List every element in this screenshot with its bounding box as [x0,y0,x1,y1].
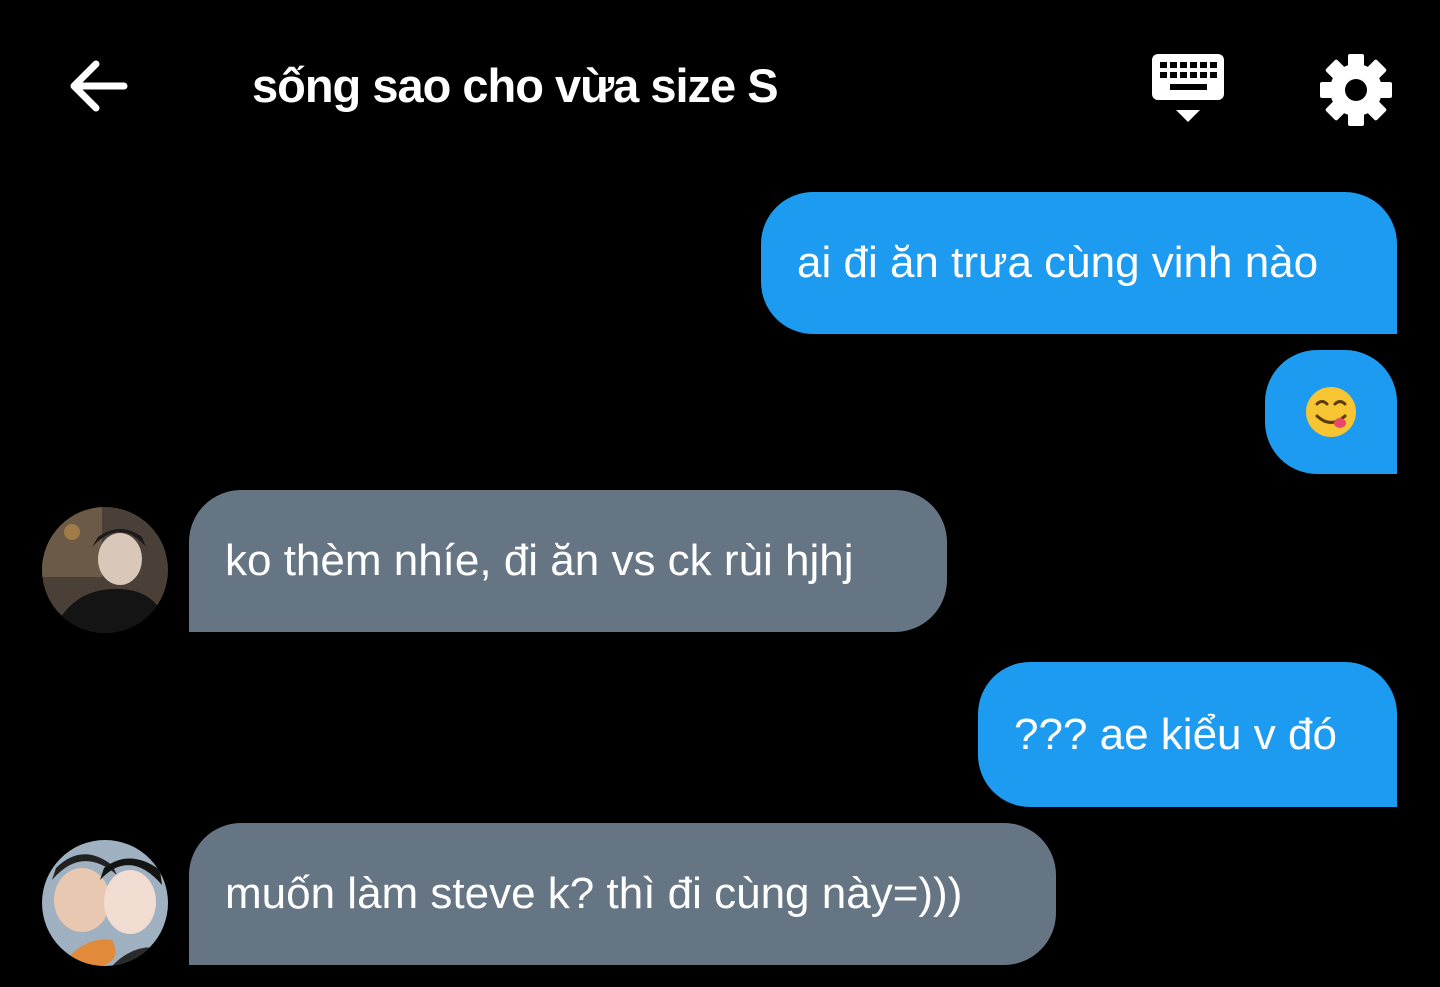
avatar[interactable] [42,840,168,966]
keyboard-hide-icon [1152,54,1224,122]
message-bubble-incoming[interactable]: ko thèm nhíe, đi ăn vs ck rùi hjhj [189,490,947,632]
back-button[interactable] [58,48,138,124]
chat-header: sống sao cho vừa size S [0,0,1440,180]
message-text: ai đi ăn trưa cùng vinh nào [797,238,1319,287]
gear-icon [1320,54,1392,126]
message-bubble-incoming[interactable]: muốn làm steve k? thì đi cùng này=))) [189,823,1056,965]
avatar-photo [42,840,168,966]
avatar-photo [42,507,168,633]
settings-button[interactable] [1314,48,1398,132]
message-text: ko thèm nhíe, đi ăn vs ck rùi hjhj [225,536,854,585]
avatar[interactable] [42,507,168,633]
message-text: muốn làm steve k? thì đi cùng này=))) [225,869,963,918]
arrow-left-icon [70,60,128,112]
keyboard-toggle-button[interactable] [1146,50,1232,126]
message-bubble-outgoing[interactable]: 😋 [1265,350,1397,474]
message-bubble-outgoing[interactable]: ??? ae kiểu v đó [978,662,1397,807]
message-bubble-outgoing[interactable]: ai đi ăn trưa cùng vinh nào [761,192,1397,334]
yum-face-emoji-icon [1306,387,1356,437]
message-text: ??? ae kiểu v đó [1014,709,1337,759]
chat-title: sống sao cho vừa size S [252,59,779,112]
